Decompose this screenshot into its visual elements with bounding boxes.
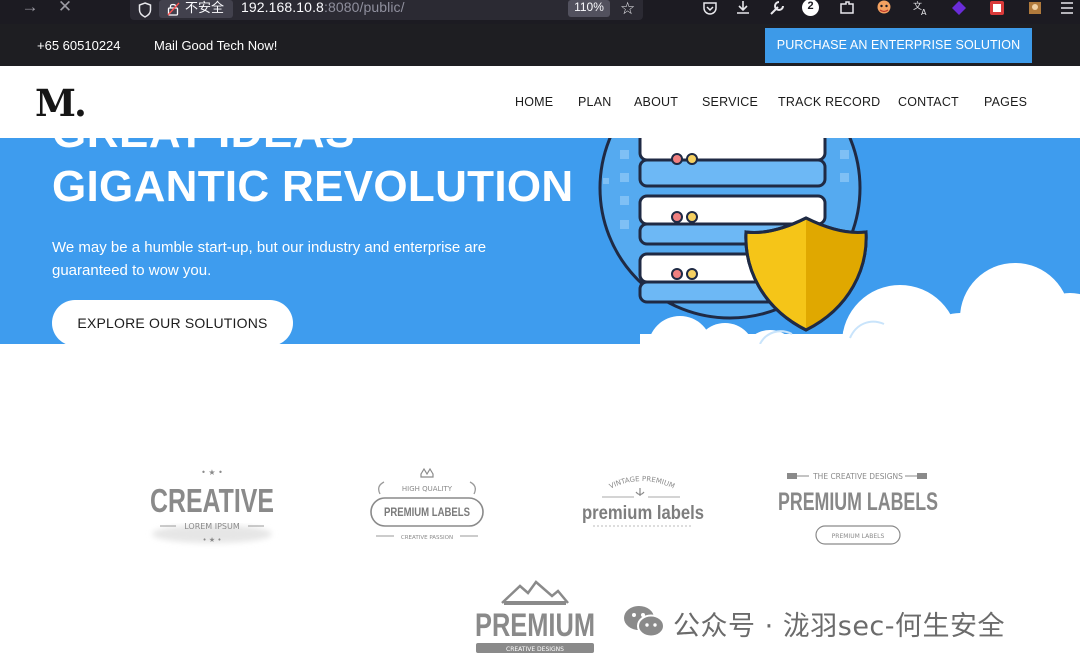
premium-mountain-badge-logo: PREMIUM CREATIVE DESIGNS: [475, 580, 595, 653]
high-quality-badge-top: HIGH QUALITY: [402, 485, 453, 493]
watermark-text: 公众号 · 泷羽sec-何生安全: [673, 611, 1006, 642]
forward-arrow-icon[interactable]: →: [20, 0, 40, 20]
downloads-icon[interactable]: [734, 0, 752, 16]
extensions-icon[interactable]: [838, 0, 856, 16]
creative-designs-badge-title: PREMIUM LABELS: [778, 488, 938, 516]
vintage-premium-badge-logo: VINTAGE PREMIUM premium labels: [582, 475, 704, 527]
crown-icon: [420, 467, 434, 478]
translate-icon[interactable]: 文A: [912, 0, 930, 16]
insecure-connection-badge[interactable]: 不安全: [159, 0, 233, 18]
purchase-enterprise-button[interactable]: PURCHASE AN ENTERPRISE SOLUTION: [765, 28, 1032, 63]
hero-subtitle: We may be a humble start-up, but our ind…: [52, 239, 487, 279]
nav-contact[interactable]: CONTACT: [898, 95, 959, 109]
creative-designs-badge-bottom: PREMIUM LABELS: [832, 533, 885, 540]
insecure-lock-icon: [167, 2, 180, 16]
high-quality-badge-title: PREMIUM LABELS: [384, 507, 470, 519]
url-text[interactable]: 192.168.10.8:8080/public/: [241, 0, 405, 15]
creative-designs-badge-top: THE CREATIVE DESIGNS: [812, 472, 903, 481]
url-path: :8080/public/: [323, 0, 405, 15]
creative-designs-badge-logo: THE CREATIVE DESIGNS PREMIUM LABELS PREM…: [778, 472, 938, 545]
explore-solutions-button[interactable]: EXPLORE OUR SOLUTIONS: [52, 300, 293, 344]
url-host: 192.168.10.8: [241, 0, 324, 15]
mountain-icon: [501, 580, 569, 604]
nav-plan[interactable]: PLAN: [578, 95, 611, 109]
address-bar[interactable]: 不安全 192.168.10.8:8080/public/ 110% ☆: [130, 0, 643, 20]
svg-text:A: A: [921, 8, 927, 16]
high-quality-badge-logo: HIGH QUALITY PREMIUM LABELS CREATIVE PAS…: [370, 467, 484, 541]
pocket-icon[interactable]: [701, 0, 719, 16]
bookmark-star-icon[interactable]: ☆: [620, 0, 635, 19]
hamburger-menu-icon[interactable]: [1058, 0, 1076, 16]
hero-banner: GREAT IDEAS GIGANTIC REVOLUTION We may b…: [0, 138, 1080, 344]
svg-text:• ★ •: • ★ •: [201, 468, 223, 477]
site-header: M. HOME PLAN ABOUT SERVICE TRACK RECORD …: [0, 66, 1080, 138]
browser-toolbar: → ✕ 不安全 192.168.10.8:8080/public/ 110% ☆…: [0, 0, 1080, 24]
wrench-icon[interactable]: [768, 0, 786, 16]
red-extension-icon[interactable]: [988, 0, 1006, 16]
insecure-label: 不安全: [185, 0, 225, 15]
contact-top-bar: +65 60510224 Mail Good Tech Now! PURCHAS…: [0, 24, 1080, 66]
creative-badge-logo: • ★ • CREATIVE LOREM IPSUM • ★ •: [150, 468, 274, 544]
wechat-icon: [624, 606, 665, 638]
anchor-icon: [635, 488, 645, 496]
vintage-badge-top: VINTAGE PREMIUM: [608, 475, 676, 491]
nav-home[interactable]: HOME: [515, 95, 553, 109]
hero-title-partial: GREAT IDEAS: [52, 138, 355, 158]
creative-badge-title: CREATIVE: [150, 482, 274, 519]
nav-pages[interactable]: PAGES: [984, 95, 1027, 109]
nav-service[interactable]: SERVICE: [702, 95, 758, 109]
stop-loading-icon[interactable]: ✕: [55, 0, 75, 20]
nav-about[interactable]: ABOUT: [634, 95, 678, 109]
creative-badge-subtitle: LOREM IPSUM: [184, 522, 240, 531]
phone-number[interactable]: +65 60510224: [37, 38, 121, 53]
fox-avatar-icon[interactable]: [875, 0, 893, 16]
hero-title: GIGANTIC REVOLUTION: [52, 162, 574, 211]
site-logo[interactable]: M.: [35, 85, 87, 122]
nav-track-record[interactable]: TRACK RECORD: [778, 95, 880, 109]
svg-text:VINTAGE PREMIUM: VINTAGE PREMIUM: [608, 475, 676, 491]
purple-extension-icon[interactable]: [950, 0, 968, 16]
user-avatar-icon[interactable]: [1026, 0, 1044, 16]
mail-link[interactable]: Mail Good Tech Now!: [154, 38, 277, 53]
svg-text:• ★ •: • ★ •: [203, 536, 222, 544]
premium-badge-title: PREMIUM: [475, 607, 595, 643]
vintage-badge-title: premium labels: [582, 503, 704, 524]
tracking-shield-icon[interactable]: [138, 2, 152, 18]
zoom-level-badge[interactable]: 110%: [568, 0, 610, 17]
premium-badge-bottom: CREATIVE DESIGNS: [506, 646, 564, 653]
high-quality-badge-bottom: CREATIVE PASSION: [401, 535, 453, 541]
notification-count-badge[interactable]: 2: [802, 0, 819, 16]
